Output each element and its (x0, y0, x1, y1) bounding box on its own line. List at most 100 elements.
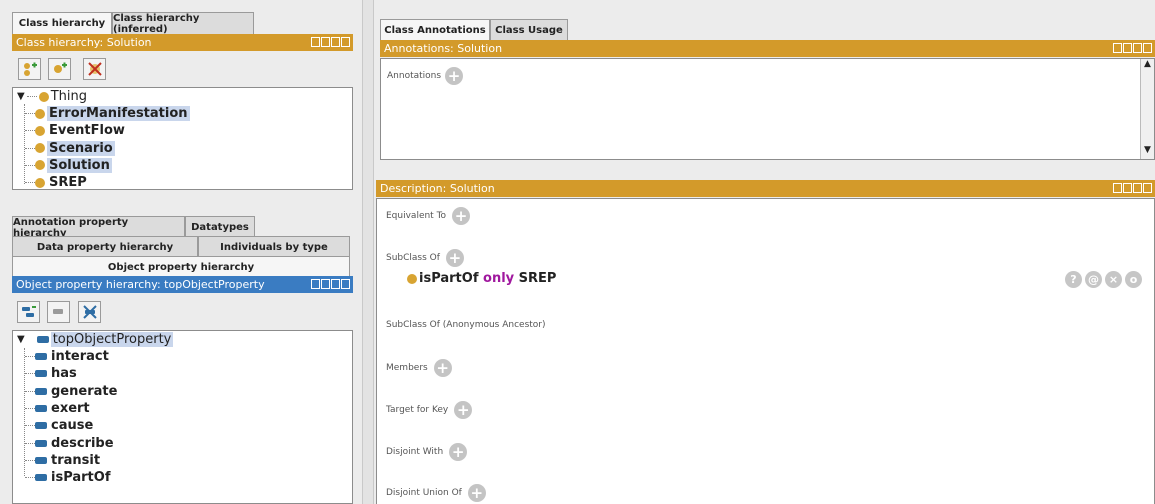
tab-label: Class Usage (495, 25, 563, 36)
window-controls[interactable] (311, 279, 350, 289)
tree-node-class[interactable]: EventFlow (25, 122, 127, 139)
class-hierarchy-titlebar: Class hierarchy: Solution (12, 34, 353, 51)
node-label: generate (51, 383, 118, 399)
tree-connector (25, 130, 35, 132)
add-annotation-icon[interactable]: + (445, 67, 464, 85)
panel-title: Annotations: Solution (384, 42, 503, 55)
annotations-label: Annotations (387, 71, 442, 81)
class-icon (38, 91, 49, 102)
tab-annotation-property-hierarchy[interactable]: Annotation property hierarchy (12, 216, 185, 239)
tab-class-hierarchy[interactable]: Class hierarchy (12, 12, 112, 34)
node-label: describe (51, 435, 114, 451)
add-disjoint-union-icon[interactable]: + (467, 484, 486, 502)
add-sibling-icon (53, 62, 67, 73)
members-section: Members + (386, 359, 452, 377)
window-controls[interactable] (1113, 183, 1152, 193)
tab-label: Class hierarchy (inferred) (113, 12, 200, 35)
property-icon (35, 439, 47, 447)
expand-arrow-icon[interactable]: ▼ (17, 91, 25, 102)
tree-node-property[interactable]: has (25, 365, 79, 382)
add-subproperty-button[interactable] (17, 301, 40, 323)
tab-data-property-hierarchy[interactable]: Data property hierarchy (12, 236, 198, 258)
window-controls[interactable] (1113, 43, 1152, 53)
delete-class-button[interactable] (83, 58, 106, 80)
tab-label: Object property hierarchy (107, 262, 255, 273)
disjoint-union-section: Disjoint Union Of + (386, 484, 486, 502)
scroll-down-icon[interactable]: ▼ (1141, 145, 1154, 159)
property-icon (35, 474, 47, 482)
axiom-property: isPartOf (419, 271, 479, 286)
tree-connector (25, 164, 35, 166)
node-label: Thing (50, 89, 87, 104)
tree-connector (25, 477, 35, 479)
tree-node-class[interactable]: ErrorManifestation (25, 105, 190, 122)
delete-class-icon (87, 62, 102, 76)
panel-title: Class hierarchy: Solution (16, 36, 152, 49)
add-disjoint-icon[interactable]: + (449, 443, 468, 461)
axiom-keyword: only (483, 271, 515, 286)
tab-class-annotations[interactable]: Class Annotations (380, 19, 490, 41)
tree-connector (25, 356, 35, 357)
property-icon (35, 387, 47, 395)
splitter[interactable] (362, 0, 374, 504)
delete-axiom-icon[interactable]: × (1105, 271, 1122, 288)
node-label: Scenario (47, 140, 115, 156)
tree-node-property[interactable]: isPartOf (25, 469, 112, 486)
tab-individuals-by-type[interactable]: Individuals by type (198, 236, 350, 258)
tree-node-class[interactable]: Solution (25, 157, 112, 174)
node-label: SREP (49, 175, 87, 191)
delete-property-icon (82, 305, 97, 319)
tab-class-usage[interactable]: Class Usage (490, 19, 568, 41)
tree-node-property[interactable]: interact (25, 348, 111, 365)
node-label: transit (51, 452, 101, 468)
tree-node-property[interactable]: describe (25, 435, 116, 452)
add-superclass-icon[interactable]: + (445, 249, 464, 267)
section-label: Equivalent To (386, 211, 447, 221)
expand-arrow-icon[interactable]: ▼ (17, 334, 25, 345)
panel-title: Object property hierarchy: topObjectProp… (16, 278, 265, 291)
annotations-titlebar: Annotations: Solution (380, 40, 1155, 57)
tab-label: Class Annotations (384, 25, 486, 36)
add-equivalent-icon[interactable]: + (452, 207, 471, 225)
property-icon (35, 422, 47, 430)
axiom-filler: SREP (518, 271, 557, 286)
tree-node-property[interactable]: cause (25, 417, 95, 434)
class-icon (35, 160, 45, 171)
node-label: interact (51, 349, 109, 364)
tree-node-property[interactable]: transit (25, 452, 102, 469)
panel-title: Description: Solution (380, 182, 495, 195)
tab-class-hierarchy-inferred[interactable]: Class hierarchy (inferred) (112, 12, 254, 35)
tree-node-property[interactable]: generate (25, 383, 119, 400)
edit-axiom-icon[interactable]: o (1125, 271, 1142, 288)
tree-node-property[interactable]: exert (25, 400, 92, 417)
section-label: Target for Key (386, 405, 449, 415)
tab-label: Class hierarchy (18, 18, 106, 29)
add-key-icon[interactable]: + (454, 401, 473, 419)
subclass-of-section: SubClass Of + (386, 249, 464, 267)
annotate-axiom-icon[interactable]: @ (1085, 271, 1102, 288)
class-icon (35, 143, 45, 154)
axiom-row[interactable]: isPartOf only SREP (407, 271, 556, 286)
window-controls[interactable] (311, 37, 350, 47)
tree-node-topobjectproperty[interactable]: ▼ topObjectProperty (17, 331, 174, 348)
class-icon (35, 177, 45, 188)
section-label: SubClass Of (Anonymous Ancestor) (386, 320, 546, 330)
scrollbar[interactable]: ▲ ▼ (1140, 59, 1154, 159)
explain-axiom-icon[interactable]: ? (1065, 271, 1082, 288)
add-member-icon[interactable]: + (433, 359, 452, 377)
scroll-up-icon[interactable]: ▲ (1141, 59, 1154, 73)
add-sibling-button[interactable] (48, 58, 71, 80)
tab-object-property-hierarchy[interactable]: Object property hierarchy (12, 256, 350, 278)
tree-node-class[interactable]: Scenario (25, 140, 115, 157)
tree-connector (25, 442, 35, 444)
tree-node-thing[interactable]: ▼ Thing (17, 88, 87, 105)
tree-connector (25, 407, 35, 409)
add-subclass-button[interactable] (18, 58, 41, 80)
add-sibling-property-button[interactable] (47, 301, 70, 323)
delete-property-button[interactable] (78, 301, 101, 323)
tree-node-class[interactable]: SREP (25, 174, 89, 191)
section-label: Members (386, 363, 428, 373)
node-label: topObjectProperty (50, 332, 174, 347)
tab-datatypes[interactable]: Datatypes (185, 216, 255, 238)
target-for-key-section: Target for Key + (386, 401, 473, 419)
